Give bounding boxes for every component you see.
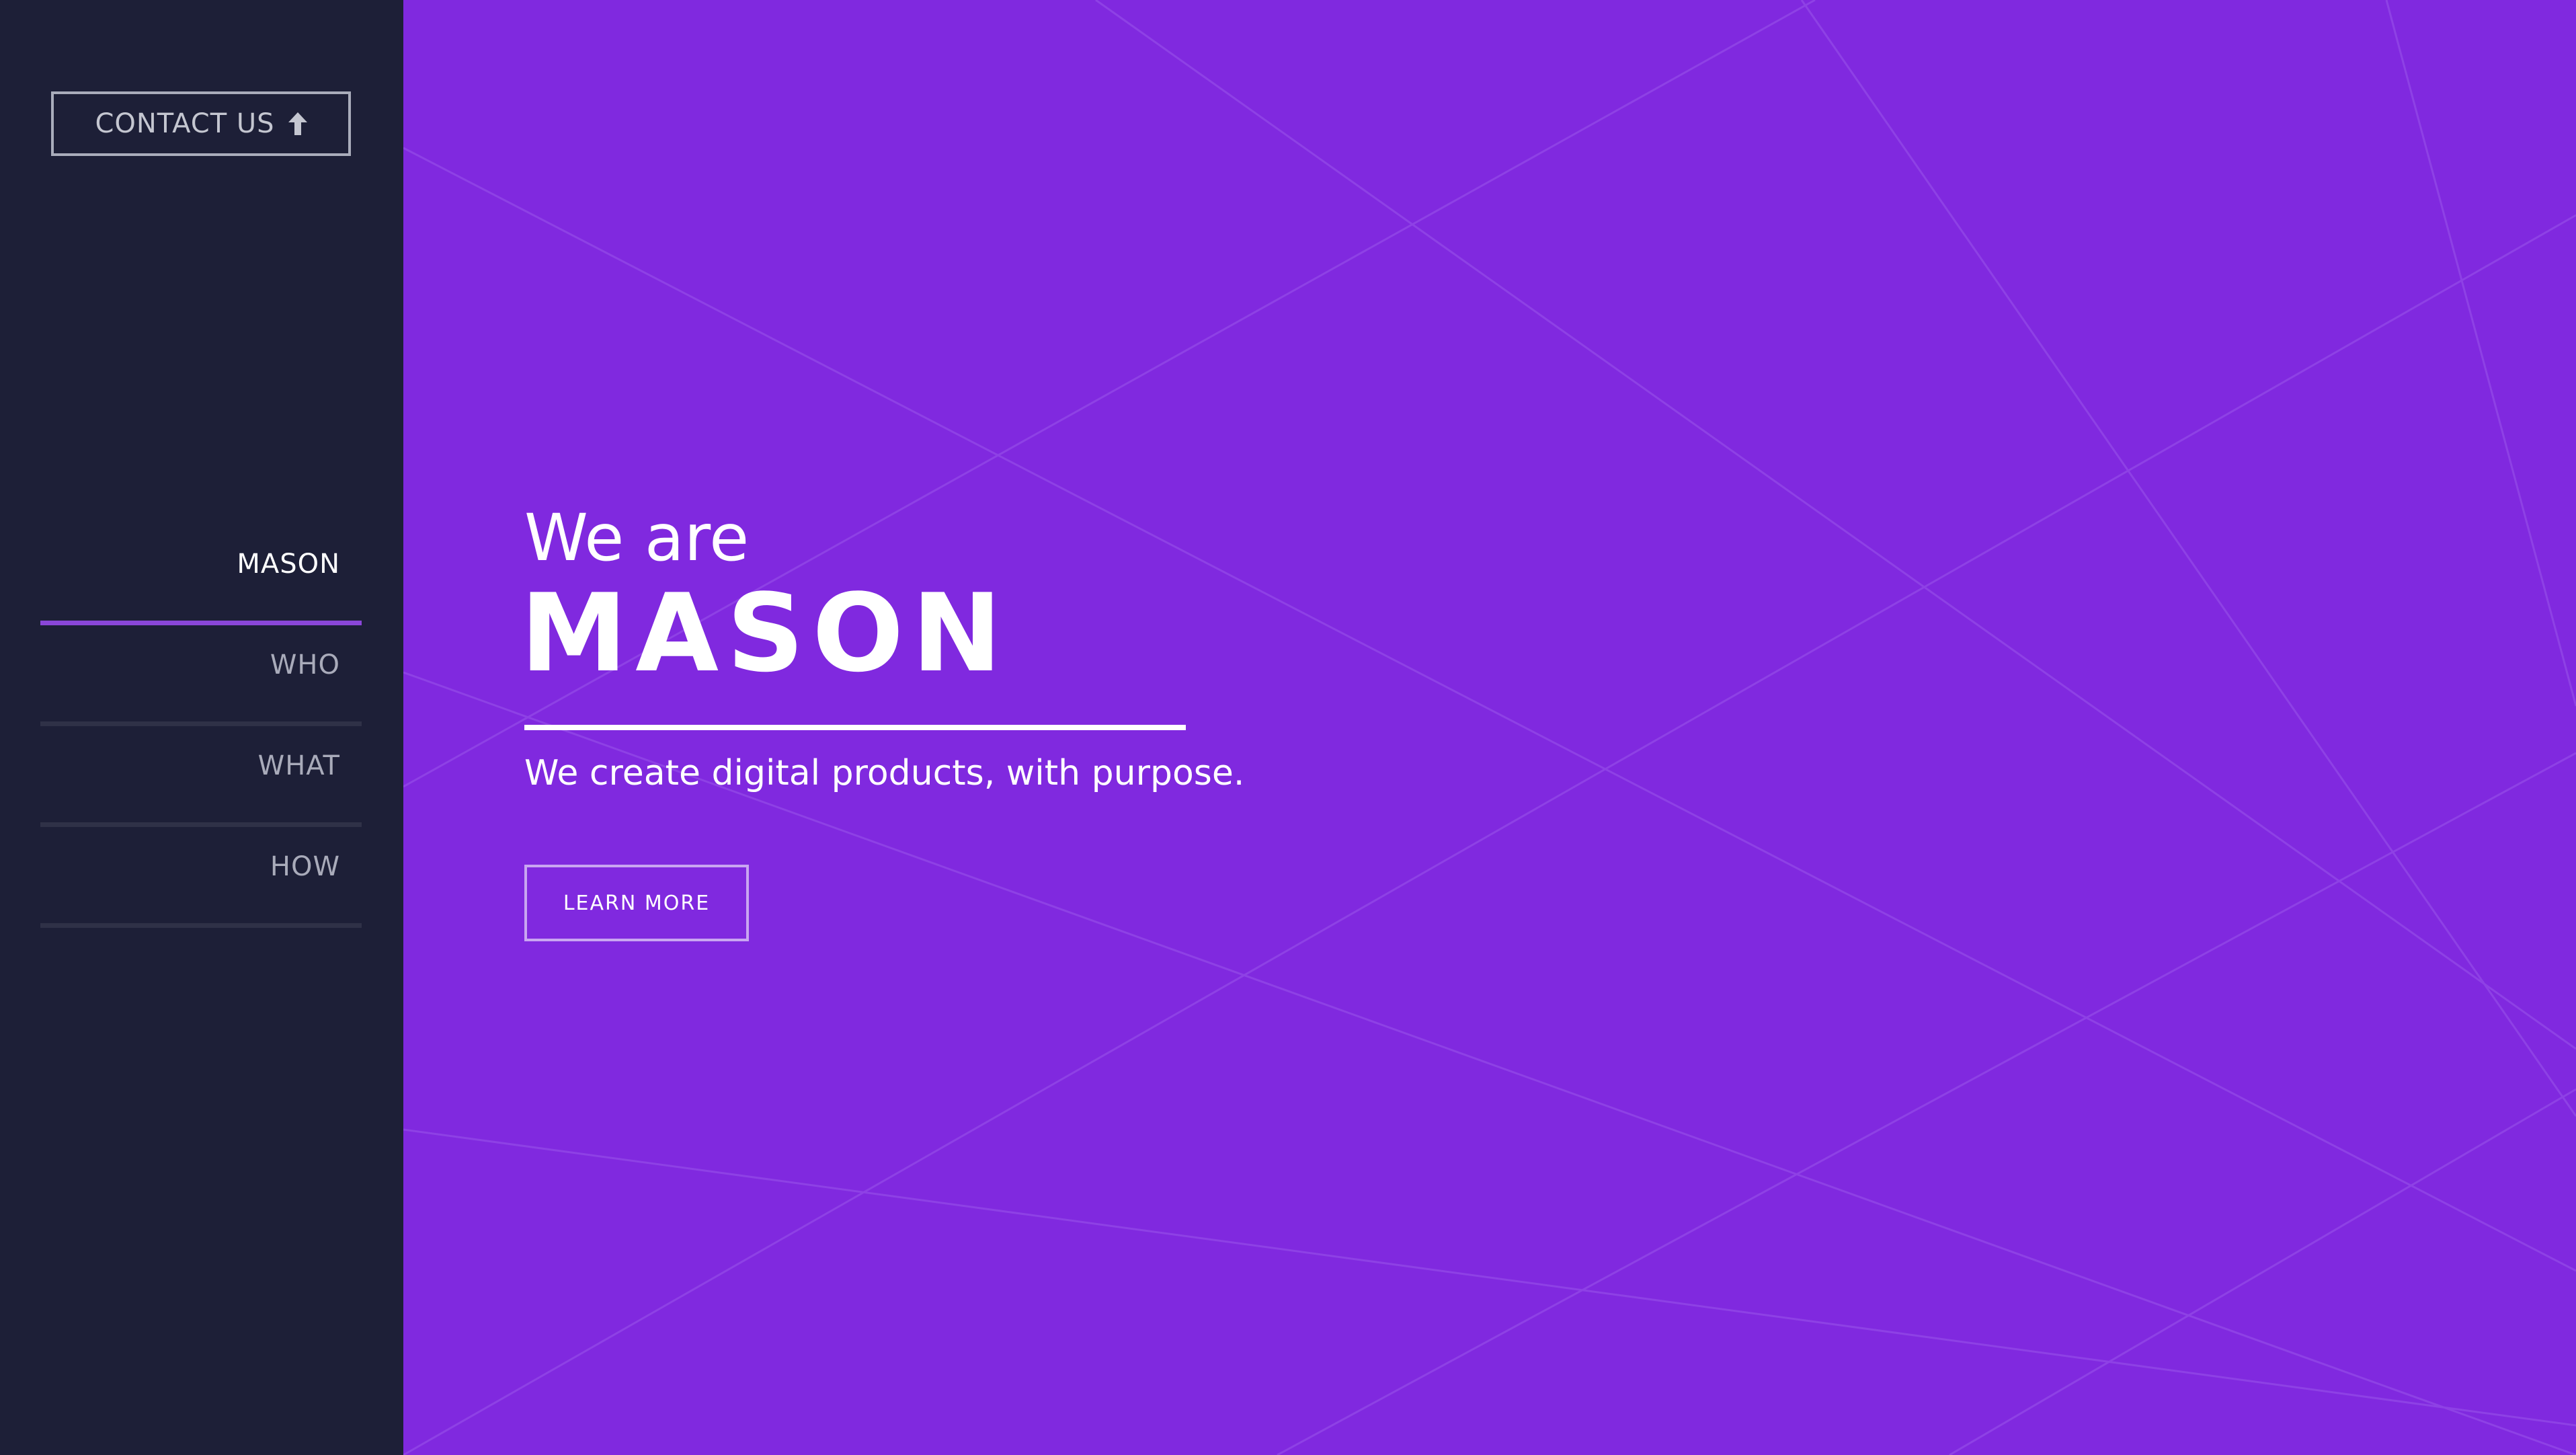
nav-item-underline <box>40 822 362 827</box>
nav-item-label: WHO <box>270 650 340 680</box>
nav-item-label: HOW <box>270 851 340 882</box>
contact-us-button[interactable]: CONTACT US <box>51 91 351 156</box>
nav-item-label: MASON <box>237 549 340 580</box>
section-nav: MASON WHO WHAT HOW <box>40 524 362 928</box>
sidebar: CONTACT US MASON WHO WHAT HOW <box>0 0 403 1455</box>
nav-item-how[interactable]: HOW <box>40 827 362 928</box>
nav-item-underline <box>40 721 362 726</box>
nav-item-mason[interactable]: MASON <box>40 524 362 625</box>
hero-tagline: We create digital products, with purpose… <box>524 753 1245 793</box>
nav-item-underline <box>40 923 362 928</box>
nav-item-what[interactable]: WHAT <box>40 726 362 827</box>
nav-item-who[interactable]: WHO <box>40 625 362 726</box>
learn-more-button[interactable]: LEARN MORE <box>524 865 749 941</box>
nav-item-underline-active <box>40 621 362 625</box>
nav-item-label: WHAT <box>257 750 340 781</box>
arrow-up-icon <box>288 112 307 135</box>
contact-us-label: CONTACT US <box>95 108 275 139</box>
hero-divider <box>524 725 1186 730</box>
hero-title: MASON <box>520 570 1010 696</box>
hero-kicker: We are <box>524 500 750 576</box>
